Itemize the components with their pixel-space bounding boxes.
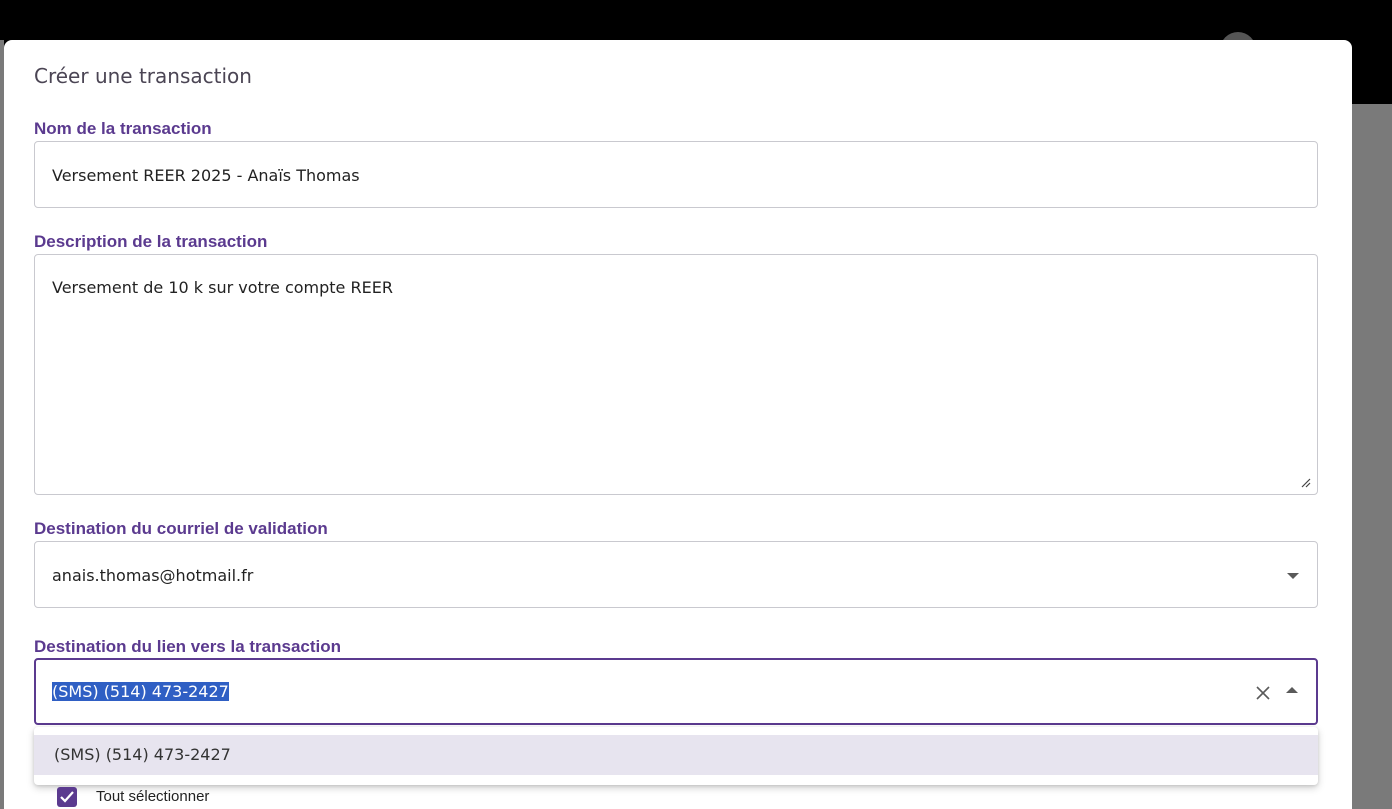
link-destination-combobox[interactable]: (SMS) (514) 473-2427 [34, 658, 1318, 725]
close-icon[interactable] [1254, 684, 1272, 702]
validation-email-select[interactable]: anais.thomas@hotmail.fr [34, 541, 1318, 608]
link-destination-value[interactable]: (SMS) (514) 473-2427 [52, 682, 229, 701]
menu-option[interactable]: (SMS) (514) 473-2427 [34, 735, 1318, 775]
chevron-down-icon[interactable] [1287, 573, 1299, 579]
backdrop-top-right [1352, 40, 1392, 104]
checkmark-icon [60, 791, 74, 803]
transaction-name-input[interactable]: Versement REER 2025 - Anaïs Thomas [34, 141, 1318, 208]
validation-email-value: anais.thomas@hotmail.fr [52, 566, 254, 585]
create-transaction-dialog: Créer une transaction Nom de la transact… [4, 40, 1352, 809]
validation-email-label: Destination du courriel de validation [34, 519, 328, 538]
transaction-description-value: Versement de 10 k sur votre compte REER [52, 278, 393, 297]
transaction-description-textarea[interactable]: Versement de 10 k sur votre compte REER [34, 254, 1318, 495]
chevron-up-icon[interactable] [1286, 687, 1298, 693]
link-destination-menu: (SMS) (514) 473-2427 [34, 727, 1318, 785]
select-all-label: Tout sélectionner [96, 788, 210, 805]
resize-grip-icon[interactable] [1299, 476, 1311, 488]
dialog-title: Créer une transaction [34, 64, 252, 88]
backdrop-overlay [1352, 104, 1392, 809]
transaction-name-label: Nom de la transaction [34, 119, 212, 138]
menu-option-label: (SMS) (514) 473-2427 [54, 745, 231, 764]
link-destination-label: Destination du lien vers la transaction [34, 637, 342, 656]
transaction-description-label: Description de la transaction [34, 232, 268, 251]
select-all-checkbox[interactable] [57, 787, 77, 807]
transaction-name-value: Versement REER 2025 - Anaïs Thomas [52, 166, 360, 185]
